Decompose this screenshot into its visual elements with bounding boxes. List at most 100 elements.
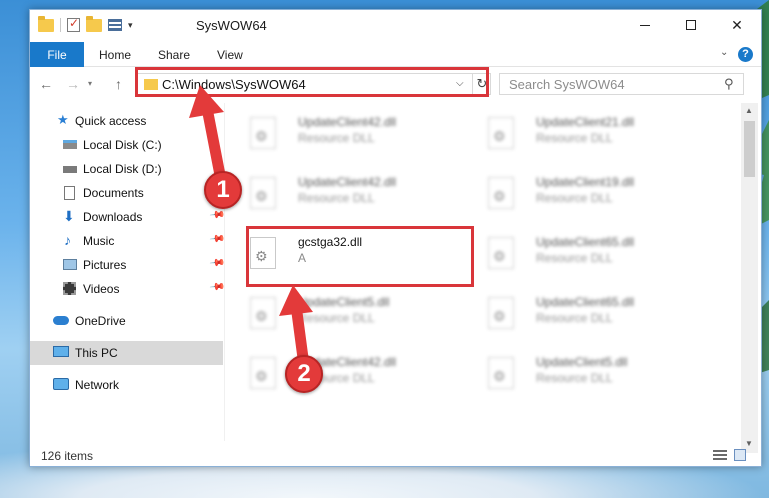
search-placeholder: Search SysWOW64 bbox=[509, 77, 625, 92]
pin-icon[interactable]: 📌 bbox=[209, 207, 226, 223]
dll-file-icon bbox=[250, 237, 276, 269]
new-folder-icon[interactable] bbox=[86, 15, 102, 32]
sidebar-item-local-disk-d[interactable]: Local Disk (D:) bbox=[30, 157, 223, 181]
large-icons-view-icon[interactable] bbox=[734, 449, 746, 461]
navigation-pane: ★ Quick access Local Disk (C:) Local Dis… bbox=[30, 103, 226, 441]
ribbon-tabs: File Home Share View ⌄ ? bbox=[30, 42, 761, 67]
sidebar-item-pictures[interactable]: Pictures 📌 bbox=[30, 253, 226, 277]
sidebar-item-this-pc[interactable]: This PC bbox=[30, 341, 223, 365]
pin-icon[interactable]: 📌 bbox=[209, 255, 226, 271]
file-name: UpdateClient65.dll bbox=[536, 235, 635, 249]
forward-button[interactable]: → bbox=[66, 76, 80, 92]
minimize-button[interactable] bbox=[622, 10, 668, 40]
dll-file-icon bbox=[250, 357, 276, 389]
close-button[interactable]: ✕ bbox=[714, 10, 760, 40]
file-item[interactable]: UpdateClient21.dll Resource DLL bbox=[464, 109, 692, 163]
address-bar[interactable]: C:\Windows\SysWOW64 ⌵ ↻ bbox=[137, 73, 491, 95]
dll-file-icon bbox=[488, 297, 514, 329]
dll-file-icon bbox=[488, 117, 514, 149]
dll-file-icon bbox=[488, 357, 514, 389]
sidebar-item-downloads[interactable]: ⬇ Downloads 📌 bbox=[30, 205, 226, 229]
sidebar-item-videos[interactable]: Videos 📌 bbox=[30, 277, 226, 301]
sidebar-item-label: This PC bbox=[75, 346, 118, 360]
tab-view[interactable]: View bbox=[217, 48, 243, 62]
expand-ribbon-chevron-icon[interactable]: ⌄ bbox=[720, 47, 728, 58]
pin-icon[interactable]: 📌 bbox=[209, 279, 226, 295]
file-type: Resource DLL bbox=[536, 371, 613, 385]
sidebar-item-onedrive[interactable]: OneDrive bbox=[30, 309, 223, 333]
navigation-bar: ← → ▾ ↑ C:\Windows\SysWOW64 ⌵ ↻ Search S… bbox=[30, 68, 761, 100]
sidebar-item-network[interactable]: Network bbox=[30, 373, 223, 397]
recent-locations-icon[interactable]: ▾ bbox=[88, 79, 92, 88]
customize-toolbar-caret-icon[interactable]: ▾ bbox=[128, 20, 133, 31]
file-item[interactable]: UpdateClient42.dll Resource DLL bbox=[226, 349, 454, 403]
file-type: Resource DLL bbox=[536, 191, 613, 205]
scroll-up-icon[interactable]: ▲ bbox=[745, 106, 753, 115]
explorer-window: ▾ SysWOW64 ✕ File Home Share View ⌄ ? ← … bbox=[29, 9, 762, 467]
scroll-thumb[interactable] bbox=[744, 121, 755, 177]
file-name: UpdateClient65.dll bbox=[536, 295, 635, 309]
tab-file[interactable]: File bbox=[30, 42, 84, 67]
sidebar-item-label: Music bbox=[83, 234, 115, 248]
up-button[interactable]: ↑ bbox=[115, 76, 122, 92]
vertical-scrollbar[interactable]: ▲ ▼ bbox=[741, 103, 758, 453]
file-type: A bbox=[298, 251, 307, 265]
view-options-icon[interactable] bbox=[108, 19, 122, 31]
maximize-icon bbox=[686, 20, 696, 30]
music-icon: ♪ bbox=[64, 232, 71, 248]
file-type: Resource DLL bbox=[298, 191, 375, 205]
maximize-button[interactable] bbox=[668, 10, 714, 40]
file-name: UpdateClient19.dll bbox=[536, 175, 635, 189]
sidebar-item-documents[interactable]: Documents bbox=[30, 181, 223, 205]
dll-file-icon bbox=[250, 117, 276, 149]
file-type: Resource DLL bbox=[298, 311, 375, 325]
file-item-gcstga32[interactable]: gcstga32.dll A bbox=[226, 229, 454, 283]
search-icon: ⚲ bbox=[724, 76, 734, 91]
sidebar-item-music[interactable]: ♪ Music 📌 bbox=[30, 229, 226, 253]
file-item[interactable]: UpdateClient5.dll Resource DLL bbox=[226, 289, 454, 343]
pin-icon[interactable]: 📌 bbox=[209, 231, 226, 247]
file-name: UpdateClient42.dll bbox=[298, 175, 397, 189]
item-count: 126 items bbox=[41, 449, 94, 463]
folder-icon bbox=[38, 15, 54, 32]
sidebar-item-local-disk-c[interactable]: Local Disk (C:) bbox=[30, 133, 223, 157]
sidebar-item-quick-access[interactable]: ★ Quick access bbox=[30, 109, 223, 133]
toolbar-divider bbox=[60, 18, 61, 32]
file-type: Resource DLL bbox=[536, 131, 613, 145]
network-icon bbox=[53, 378, 69, 390]
details-view-icon[interactable] bbox=[713, 450, 727, 460]
file-item[interactable]: UpdateClient65.dll Resource DLL bbox=[464, 229, 692, 283]
file-type: Resource DLL bbox=[536, 251, 613, 265]
documents-icon bbox=[64, 186, 75, 200]
file-name: UpdateClient21.dll bbox=[536, 115, 635, 129]
search-input[interactable]: Search SysWOW64 ⚲ bbox=[499, 73, 744, 95]
step-2-badge: 2 bbox=[285, 355, 323, 393]
title-bar: ▾ SysWOW64 ✕ bbox=[30, 10, 761, 42]
sidebar-item-label: Downloads bbox=[83, 210, 143, 224]
file-item[interactable]: UpdateClient19.dll Resource DLL bbox=[464, 169, 692, 223]
sidebar-item-label: OneDrive bbox=[75, 314, 126, 328]
status-bar: 126 items bbox=[30, 444, 761, 466]
help-icon[interactable]: ? bbox=[738, 47, 753, 62]
file-type: Resource DLL bbox=[536, 311, 613, 325]
file-item[interactable]: UpdateClient42.dll Resource DLL bbox=[226, 109, 454, 163]
tab-home[interactable]: Home bbox=[99, 48, 131, 62]
file-item[interactable]: UpdateClient42.dll Resource DLL bbox=[226, 169, 454, 223]
properties-icon[interactable] bbox=[67, 16, 80, 32]
computer-icon bbox=[53, 346, 69, 357]
cloud-icon bbox=[53, 316, 69, 325]
step-1-badge: 1 bbox=[204, 171, 242, 209]
file-name: gcstga32.dll bbox=[298, 235, 363, 249]
address-path[interactable]: C:\Windows\SysWOW64 bbox=[162, 77, 306, 92]
sidebar-item-label: Documents bbox=[83, 186, 144, 200]
file-item[interactable]: UpdateClient5.dll Resource DLL bbox=[464, 349, 692, 403]
sidebar-item-label: Quick access bbox=[75, 114, 147, 128]
sidebar-item-label: Network bbox=[75, 378, 120, 392]
refresh-button[interactable]: ↻ bbox=[472, 74, 491, 94]
file-name: UpdateClient5.dll bbox=[298, 295, 390, 309]
dll-file-icon bbox=[488, 177, 514, 209]
file-item[interactable]: UpdateClient65.dll Resource DLL bbox=[464, 289, 692, 343]
back-button[interactable]: ← bbox=[39, 76, 53, 92]
tab-share[interactable]: Share bbox=[158, 48, 190, 62]
address-dropdown-icon[interactable]: ⌵ bbox=[456, 78, 464, 89]
